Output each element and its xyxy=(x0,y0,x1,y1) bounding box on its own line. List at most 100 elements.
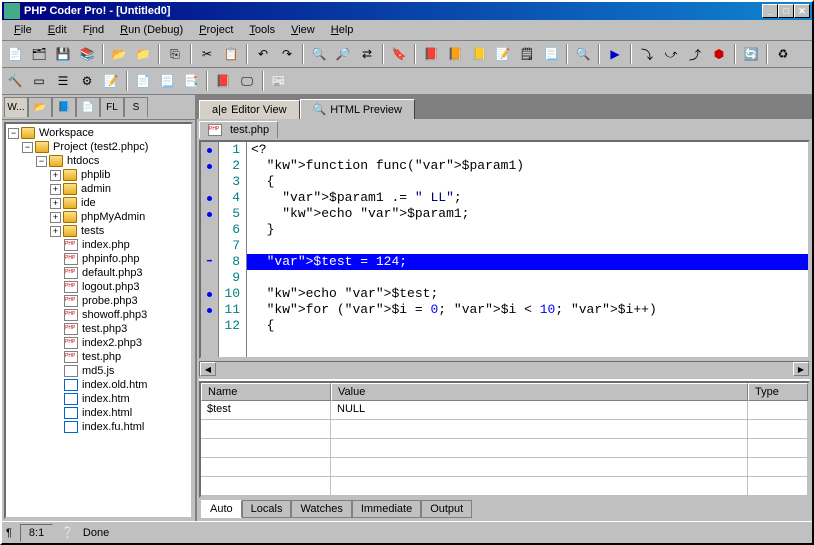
replace-icon[interactable]: ⇄ xyxy=(356,43,378,65)
tab-editor-view[interactable]: a|eEditor View xyxy=(199,100,300,119)
sidebar-tab-workspace[interactable]: W... xyxy=(4,97,28,117)
redo-icon[interactable]: ↷ xyxy=(276,43,298,65)
tree-file[interactable]: test.php xyxy=(8,350,189,364)
save-all-icon[interactable]: 📚 xyxy=(76,43,98,65)
scroll-right-button[interactable]: ▶ xyxy=(793,362,809,376)
maximize-button[interactable]: □ xyxy=(778,4,794,18)
new-file-icon[interactable]: 📄 xyxy=(4,43,26,65)
help-manual-icon[interactable]: 📒 xyxy=(468,43,490,65)
menu-edit[interactable]: Edit xyxy=(40,22,75,38)
watch-col-value[interactable]: Value xyxy=(331,383,748,401)
tree-file[interactable]: index.fu.html xyxy=(8,420,189,434)
tree-folder[interactable]: +admin xyxy=(8,182,189,196)
watch-tab-output[interactable]: Output xyxy=(421,500,472,518)
sync-icon[interactable]: ♻ xyxy=(772,43,794,65)
tool-template-icon[interactable]: 📰 xyxy=(268,70,290,92)
tool-window-icon[interactable]: ▭ xyxy=(28,70,50,92)
tool-doc1-icon[interactable]: 📄 xyxy=(132,70,154,92)
tree-folder[interactable]: +phpMyAdmin xyxy=(8,210,189,224)
tree-file[interactable]: probe.php3 xyxy=(8,294,189,308)
file-tab[interactable]: test.php xyxy=(199,121,278,138)
tab-html-preview[interactable]: 🔍HTML Preview xyxy=(300,99,415,119)
sidebar-tab-folder[interactable]: 📂 xyxy=(28,97,52,117)
menu-help[interactable]: Help xyxy=(323,22,362,38)
cut-icon[interactable]: ✂ xyxy=(196,43,218,65)
code-editor[interactable]: ➡ 123456789101112 <? "kw">function func(… xyxy=(199,140,810,359)
copy-icon[interactable]: ⎘ xyxy=(164,43,186,65)
open-folder-icon[interactable]: 📂 xyxy=(108,43,130,65)
stop-icon[interactable]: ⬢ xyxy=(708,43,730,65)
tree-folder[interactable]: +ide xyxy=(8,196,189,210)
tree-file[interactable]: md5.js xyxy=(8,364,189,378)
tree-project[interactable]: −Project (test2.phpc) xyxy=(8,140,189,154)
menu-file[interactable]: File xyxy=(6,22,40,38)
tree-file[interactable]: default.php3 xyxy=(8,266,189,280)
watch-col-name[interactable]: Name xyxy=(201,383,331,401)
watch-row[interactable] xyxy=(201,477,808,496)
watch-grid[interactable]: Name Value Type $testNULL xyxy=(199,381,810,498)
menu-project[interactable]: Project xyxy=(191,22,241,38)
tree-file[interactable]: index.old.htm xyxy=(8,378,189,392)
minimize-button[interactable]: _ xyxy=(762,4,778,18)
watch-row[interactable]: $testNULL xyxy=(201,401,808,420)
tool-screen-icon[interactable]: 🖵 xyxy=(236,70,258,92)
tool-php-icon[interactable]: ⚙ xyxy=(76,70,98,92)
preview-icon[interactable]: 🔍 xyxy=(572,43,594,65)
sidebar-tab-doc[interactable]: 📄 xyxy=(76,97,100,117)
clipboard-icon[interactable]: 🗒 xyxy=(516,43,538,65)
undo-icon[interactable]: ↶ xyxy=(252,43,274,65)
tree-file[interactable]: phpinfo.php xyxy=(8,252,189,266)
tree-file[interactable]: index2.php3 xyxy=(8,336,189,350)
menu-tools[interactable]: Tools xyxy=(241,22,283,38)
watch-row[interactable] xyxy=(201,439,808,458)
refresh-icon[interactable]: 🔄 xyxy=(740,43,762,65)
text-icon[interactable]: 📃 xyxy=(540,43,562,65)
bookmark-icon[interactable]: 🔖 xyxy=(388,43,410,65)
find-next-icon[interactable]: 🔎 xyxy=(332,43,354,65)
tool-hammer-icon[interactable]: 🔨 xyxy=(4,70,26,92)
tree-folder[interactable]: +phplib xyxy=(8,168,189,182)
help-lookup-icon[interactable]: 📙 xyxy=(444,43,466,65)
watch-row[interactable] xyxy=(201,458,808,477)
horizontal-scrollbar[interactable]: ◀ ▶ xyxy=(199,361,810,377)
folder-icon[interactable]: 📁 xyxy=(132,43,154,65)
tree-file[interactable]: showoff.php3 xyxy=(8,308,189,322)
step-out-icon[interactable]: ⤴ xyxy=(684,43,706,65)
close-button[interactable]: ✕ xyxy=(794,4,810,18)
menu-view[interactable]: View xyxy=(283,22,323,38)
watch-tab-auto[interactable]: Auto xyxy=(201,500,242,518)
sidebar-tab-book[interactable]: 📘 xyxy=(52,97,76,117)
watch-tab-locals[interactable]: Locals xyxy=(242,500,292,518)
tool-doc3-icon[interactable]: 📑 xyxy=(180,70,202,92)
tool-list-icon[interactable]: ☰ xyxy=(52,70,74,92)
watch-tab-watches[interactable]: Watches xyxy=(291,500,351,518)
step-in-icon[interactable]: ⤵ xyxy=(636,43,658,65)
tree-file[interactable]: test.php3 xyxy=(8,322,189,336)
tool-book2-icon[interactable]: 📕 xyxy=(212,70,234,92)
sidebar-tab-fl[interactable]: FL xyxy=(100,97,124,117)
help-book-icon[interactable]: 📕 xyxy=(420,43,442,65)
watch-col-type[interactable]: Type xyxy=(748,383,808,401)
tool-code-icon[interactable]: 📝 xyxy=(100,70,122,92)
tree-folder[interactable]: +tests xyxy=(8,224,189,238)
tree-htdocs[interactable]: −htdocs xyxy=(8,154,189,168)
tree-file[interactable]: index.htm xyxy=(8,392,189,406)
menu-find[interactable]: Find xyxy=(75,22,112,38)
watch-row[interactable] xyxy=(201,420,808,439)
scroll-left-button[interactable]: ◀ xyxy=(200,362,216,376)
save-icon[interactable]: 💾 xyxy=(52,43,74,65)
explorer-icon[interactable]: 🗂 xyxy=(28,43,50,65)
find-icon[interactable]: 🔍 xyxy=(308,43,330,65)
tree-file[interactable]: index.html xyxy=(8,406,189,420)
notes-icon[interactable]: 📝 xyxy=(492,43,514,65)
tree-root[interactable]: −Workspace xyxy=(8,126,189,140)
run-icon[interactable]: ▶ xyxy=(604,43,626,65)
menu-run[interactable]: Run (Debug) xyxy=(112,22,191,38)
tree-file[interactable]: index.php xyxy=(8,238,189,252)
tool-doc2-icon[interactable]: 📃 xyxy=(156,70,178,92)
sidebar-tab-s[interactable]: S xyxy=(124,97,148,117)
tree-panel[interactable]: −Workspace −Project (test2.phpc) −htdocs… xyxy=(4,122,193,519)
step-over-icon[interactable]: ⤻ xyxy=(660,43,682,65)
paste-icon[interactable]: 📋 xyxy=(220,43,242,65)
watch-tab-immediate[interactable]: Immediate xyxy=(352,500,421,518)
